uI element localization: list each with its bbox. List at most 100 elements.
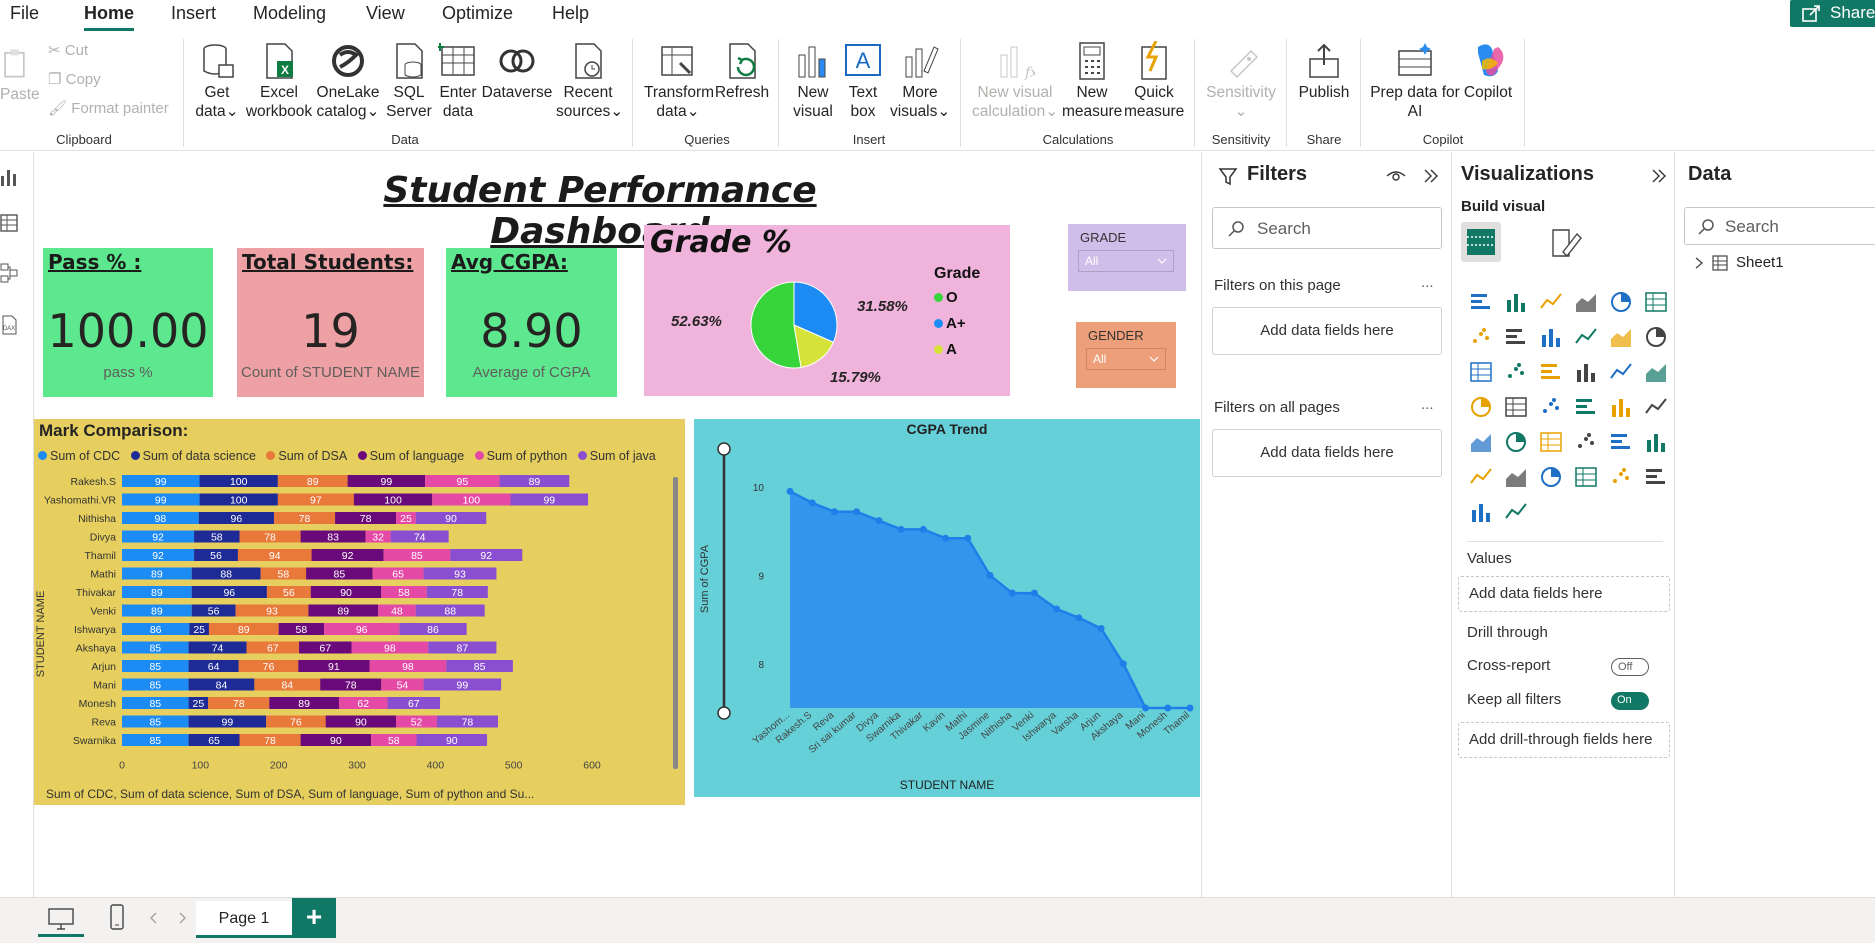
paste-button[interactable]: Paste: [0, 43, 40, 104]
new-measure-button[interactable]: New measure: [1062, 41, 1122, 121]
format-visual-icon[interactable]: [1549, 226, 1583, 260]
visual-type-icon[interactable]: [1609, 290, 1635, 316]
visual-type-icon[interactable]: [1469, 290, 1495, 316]
share-button[interactable]: Share: [1790, 0, 1875, 27]
chevron-right-icon[interactable]: [178, 912, 186, 924]
visual-type-icon[interactable]: [1469, 395, 1495, 421]
cut-button[interactable]: ✂ Cut: [48, 41, 88, 61]
collapse-pane-icon[interactable]: [1650, 167, 1668, 185]
visual-type-icon[interactable]: [1574, 325, 1600, 351]
grade-pie-visual[interactable]: Grade % 52.63% 31.58% 15.79% Grade O A+ …: [644, 225, 1010, 396]
onelake-catalog-button[interactable]: OneLake catalog⌄: [316, 41, 380, 121]
mark-comparison-visual[interactable]: Mark Comparison: Sum of CDC Sum of data …: [34, 419, 685, 805]
menu-help[interactable]: Help: [552, 0, 589, 26]
sql-server-button[interactable]: SQL Server: [384, 41, 434, 121]
filters-search-input[interactable]: Search: [1212, 207, 1442, 249]
gender-slicer[interactable]: GENDER All: [1076, 322, 1176, 388]
visual-type-icon[interactable]: [1469, 430, 1495, 456]
pass-card[interactable]: Pass % : 100.00 pass %: [43, 248, 213, 397]
menu-modeling[interactable]: Modeling: [253, 0, 326, 26]
more-visuals-button[interactable]: More visuals⌄: [890, 41, 950, 121]
model-view-icon[interactable]: [0, 262, 18, 284]
grade-slicer-dropdown[interactable]: All: [1078, 250, 1174, 272]
visual-type-icon[interactable]: [1539, 360, 1565, 386]
text-box-button[interactable]: A Text box: [842, 41, 884, 121]
total-students-card[interactable]: Total Students: 19 Count of STUDENT NAME: [237, 248, 424, 397]
page-tab-page-1[interactable]: Page 1: [196, 901, 292, 938]
visual-type-icon[interactable]: [1574, 360, 1600, 386]
data-search-input[interactable]: Search: [1684, 207, 1875, 245]
visual-type-icon[interactable]: [1644, 395, 1670, 421]
legend-item-a[interactable]: A: [934, 341, 957, 358]
collapse-pane-icon[interactable]: [1422, 167, 1440, 185]
visual-type-icon[interactable]: [1539, 395, 1565, 421]
desktop-layout-icon[interactable]: [48, 908, 74, 930]
visual-type-icon[interactable]: [1504, 325, 1530, 351]
visual-type-icon[interactable]: [1539, 325, 1565, 351]
format-painter-button[interactable]: 🖌 Format painter: [48, 99, 169, 119]
visual-type-icon[interactable]: [1609, 430, 1635, 456]
enter-data-button[interactable]: Enter data: [436, 41, 480, 121]
dataverse-button[interactable]: Dataverse: [480, 41, 554, 102]
drill-through-well[interactable]: Add drill-through fields here: [1458, 722, 1670, 758]
visual-type-icon[interactable]: [1574, 430, 1600, 456]
get-data-button[interactable]: Get data⌄: [192, 41, 242, 121]
publish-button[interactable]: Publish: [1296, 41, 1352, 102]
cross-report-toggle[interactable]: Off: [1611, 658, 1649, 676]
menu-home[interactable]: Home: [84, 0, 134, 26]
avg-cgpa-card[interactable]: Avg CGPA: 8.90 Average of CGPA: [446, 248, 617, 397]
visual-type-icon[interactable]: [1609, 325, 1635, 351]
visual-type-icon[interactable]: [1644, 430, 1670, 456]
visual-type-icon[interactable]: [1504, 290, 1530, 316]
visual-type-icon[interactable]: [1469, 325, 1495, 351]
values-well[interactable]: Add data fields here: [1458, 576, 1670, 612]
visual-type-icon[interactable]: [1574, 395, 1600, 421]
mobile-layout-icon[interactable]: [110, 904, 124, 930]
visual-type-icon[interactable]: [1609, 465, 1635, 491]
cgpa-trend-visual[interactable]: CGPA Trend Sum of CGPA 8 9 10 Yashom... Rakesh…: [694, 419, 1200, 797]
menu-file[interactable]: File: [10, 0, 39, 26]
more-options-icon[interactable]: ...: [1421, 396, 1434, 413]
visual-type-icon[interactable]: [1539, 430, 1565, 456]
visual-type-icon[interactable]: [1644, 465, 1670, 491]
quick-measure-button[interactable]: Quick measure: [1124, 41, 1184, 121]
eye-icon[interactable]: [1386, 168, 1406, 184]
grade-slicer[interactable]: GRADE All: [1068, 224, 1186, 291]
gender-slicer-dropdown[interactable]: All: [1086, 348, 1166, 370]
visual-type-icon[interactable]: [1539, 465, 1565, 491]
refresh-button[interactable]: Refresh: [714, 41, 770, 102]
visual-type-icon[interactable]: [1644, 290, 1670, 316]
visual-type-icon[interactable]: [1574, 290, 1600, 316]
visual-type-icon[interactable]: [1469, 360, 1495, 386]
menu-insert[interactable]: Insert: [171, 0, 216, 26]
new-visual-calculation-button[interactable]: fx New visual calculation⌄: [972, 41, 1058, 121]
visual-type-icon[interactable]: [1504, 430, 1530, 456]
visual-type-icon[interactable]: [1469, 465, 1495, 491]
table-view-icon[interactable]: [0, 212, 18, 234]
recent-sources-button[interactable]: Recent sources⌄: [556, 41, 623, 121]
page-filters-well[interactable]: Add data fields here: [1212, 307, 1442, 355]
add-page-button[interactable]: +: [292, 898, 336, 938]
more-options-icon[interactable]: ...: [1421, 274, 1434, 291]
visual-type-icon[interactable]: [1469, 500, 1495, 526]
visual-type-icon[interactable]: [1644, 360, 1670, 386]
all-pages-filters-well[interactable]: Add data fields here: [1212, 429, 1442, 477]
menu-view[interactable]: View: [366, 0, 405, 26]
chevron-left-icon[interactable]: [150, 912, 158, 924]
visual-type-icon[interactable]: [1609, 360, 1635, 386]
copy-button[interactable]: ❐ Copy: [48, 70, 101, 90]
copilot-button[interactable]: Copilot: [1460, 41, 1516, 102]
new-visual-button[interactable]: New visual: [788, 41, 838, 121]
excel-workbook-button[interactable]: X Excel workbook: [244, 41, 314, 121]
visual-type-icon[interactable]: [1504, 395, 1530, 421]
visual-type-icon[interactable]: [1504, 500, 1530, 526]
transform-data-button[interactable]: Transform data⌄: [644, 41, 714, 121]
visual-type-icon[interactable]: [1609, 395, 1635, 421]
prep-data-ai-button[interactable]: Prep data for AI: [1370, 41, 1460, 121]
visual-type-icon[interactable]: [1504, 360, 1530, 386]
keep-filters-toggle[interactable]: On: [1611, 692, 1649, 710]
visual-type-icon[interactable]: [1504, 465, 1530, 491]
report-view-icon[interactable]: [0, 166, 18, 188]
build-visual-tab[interactable]: [1461, 222, 1501, 262]
legend-item-o[interactable]: O: [934, 289, 958, 306]
